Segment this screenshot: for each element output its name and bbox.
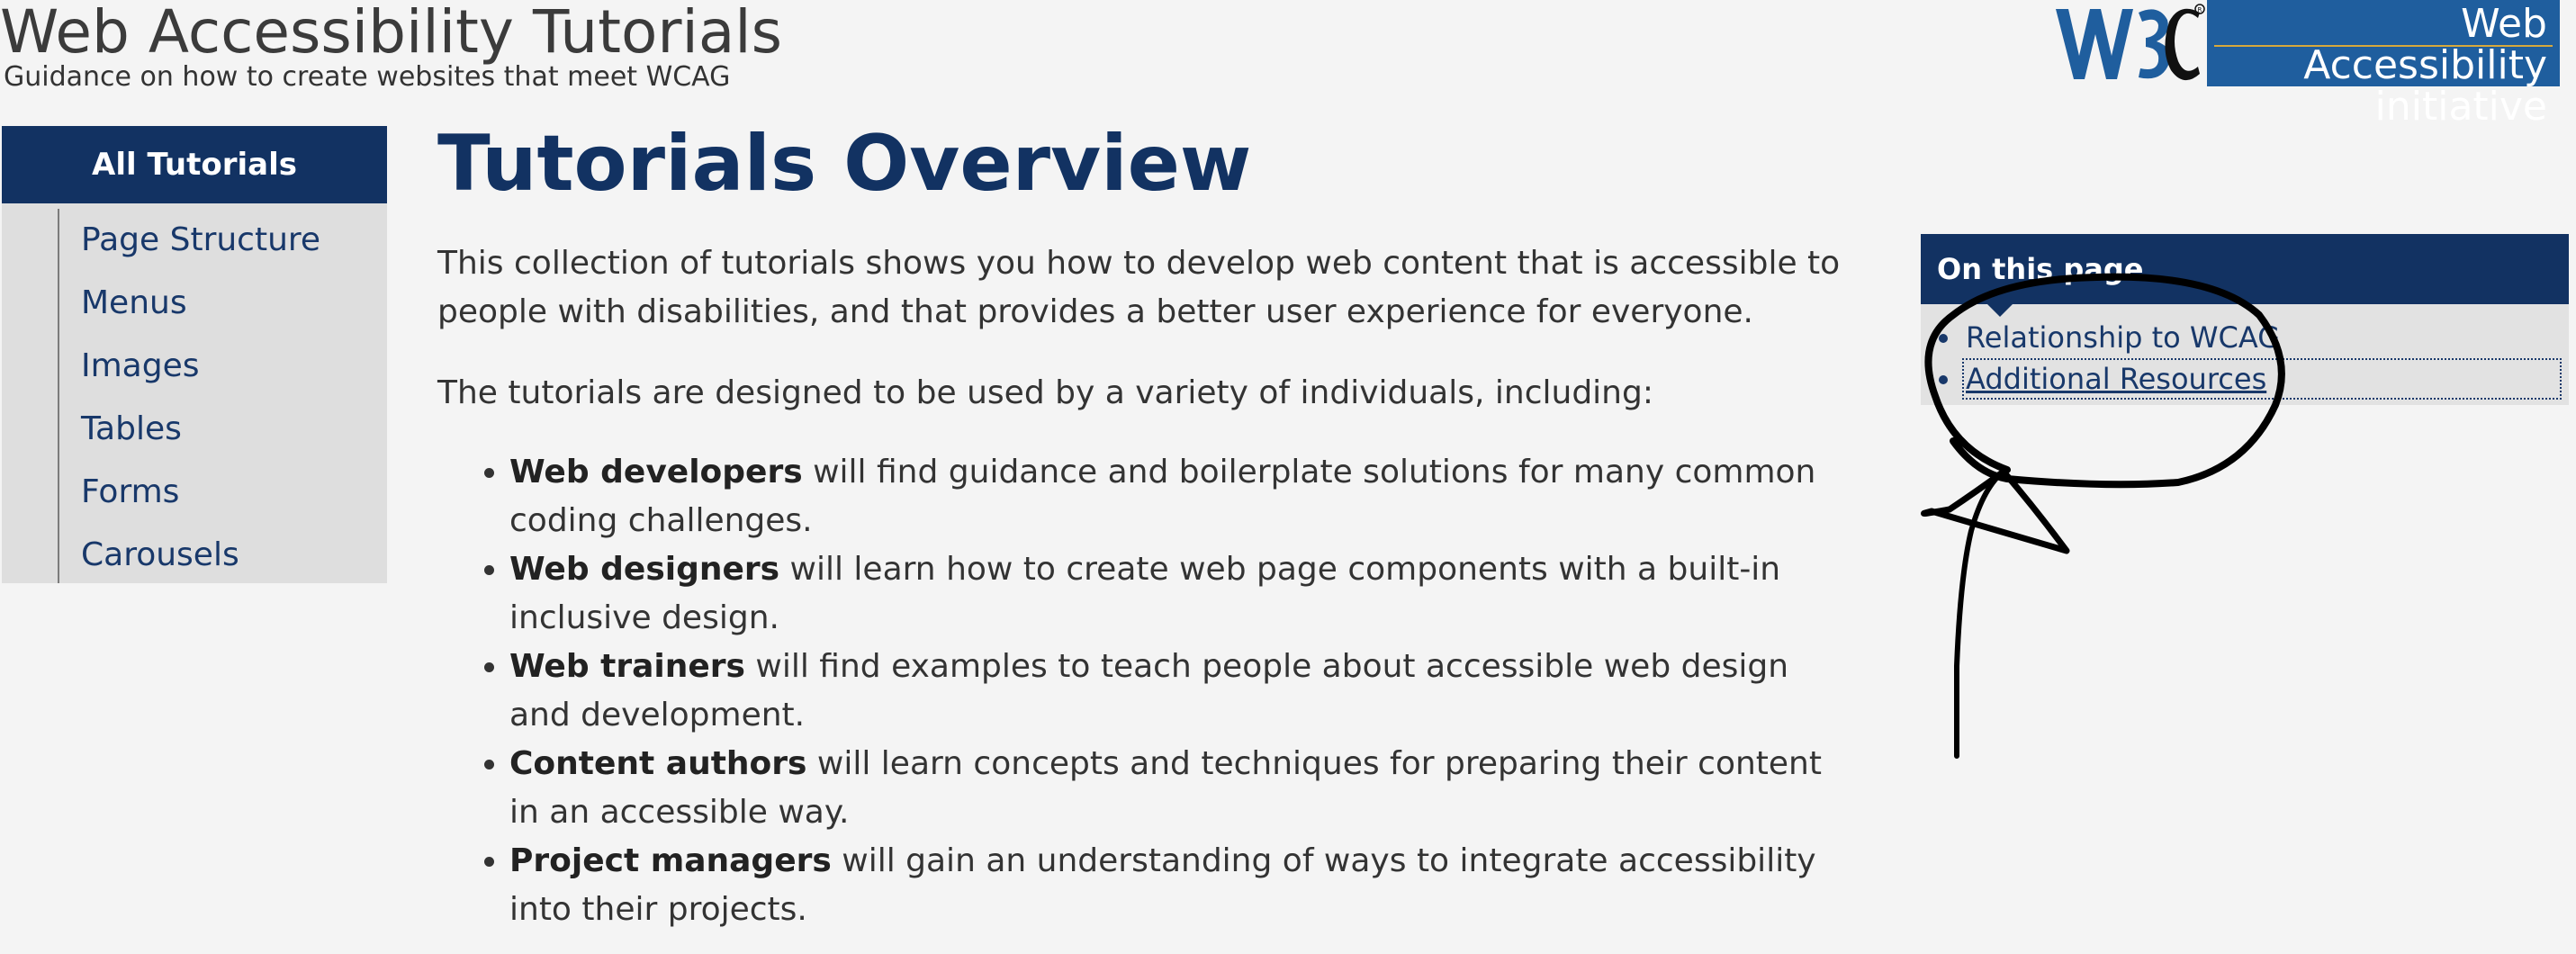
- audience-name: Web trainers: [509, 648, 745, 685]
- w3c-logo[interactable]: R: [2052, 0, 2205, 86]
- list-item: Content authors will learn concepts and …: [509, 740, 1842, 837]
- sidebar-heading-all-tutorials[interactable]: All Tutorials: [2, 126, 387, 218]
- sidebar-list: Page Structure Menus Images Tables Forms…: [2, 203, 387, 583]
- audience-name: Content authors: [509, 745, 807, 782]
- toc-item-additional-resources: Additional Resources: [1939, 358, 2562, 400]
- toc-link-additional-resources[interactable]: Additional Resources: [1966, 362, 2266, 396]
- toc-link-relationship-to-wcag[interactable]: Relationship to WCAG: [1966, 320, 2280, 355]
- audience-name: Project managers: [509, 842, 832, 879]
- toc-heading: On this page: [1921, 234, 2569, 317]
- site-subtitle: Guidance on how to create websites that …: [4, 61, 731, 93]
- sidebar-item-images[interactable]: Images: [2, 335, 387, 398]
- list-item: Project managers will gain an understand…: [509, 837, 1842, 934]
- toc-list: Relationship to WCAG Additional Resource…: [1921, 304, 2569, 405]
- audience-name: Web designers: [509, 551, 780, 588]
- list-item: Web developers will find guidance and bo…: [509, 448, 1842, 545]
- page-title: Tutorials Overview: [437, 119, 1252, 209]
- site-title[interactable]: Web Accessibility Tutorials: [0, 0, 782, 65]
- sidebar-item-carousels[interactable]: Carousels: [2, 524, 387, 587]
- audience-name: Web developers: [509, 454, 803, 490]
- wai-logo-divider: [2214, 45, 2553, 47]
- sidebar-item-forms[interactable]: Forms: [2, 461, 387, 524]
- sidebar-item-menus[interactable]: Menus: [2, 272, 387, 335]
- wai-logo[interactable]: Web Accessibility initiative: [2207, 0, 2560, 128]
- sidebar-item-tables[interactable]: Tables: [2, 398, 387, 461]
- annotation-arrow-shaft: [1954, 467, 2008, 759]
- list-item: Web trainers will find examples to teach…: [509, 643, 1842, 740]
- svg-text:R: R: [2198, 6, 2202, 14]
- audience-list: Web developers will find guidance and bo…: [437, 448, 1842, 934]
- wai-logo-line2: initiative: [2374, 84, 2547, 130]
- on-this-page-box: On this page Relationship to WCAG Additi…: [1921, 234, 2569, 405]
- list-item: Web designers will learn how to create w…: [509, 545, 1842, 643]
- annotation-arrowhead: [1921, 468, 2070, 554]
- tutorials-sidebar: All Tutorials Page Structure Menus Image…: [2, 126, 387, 583]
- logo-group[interactable]: R Web Accessibility initiative: [2052, 0, 2560, 128]
- intro-paragraph-2: The tutorials are designed to be used by…: [437, 374, 1653, 411]
- main-content: Tutorials Overview This collection of tu…: [437, 117, 1842, 934]
- toc-item-relationship-to-wcag: Relationship to WCAG: [1921, 317, 2562, 358]
- sidebar-item-page-structure[interactable]: Page Structure: [2, 203, 387, 272]
- intro-paragraph-1: This collection of tutorials shows you h…: [437, 245, 1841, 330]
